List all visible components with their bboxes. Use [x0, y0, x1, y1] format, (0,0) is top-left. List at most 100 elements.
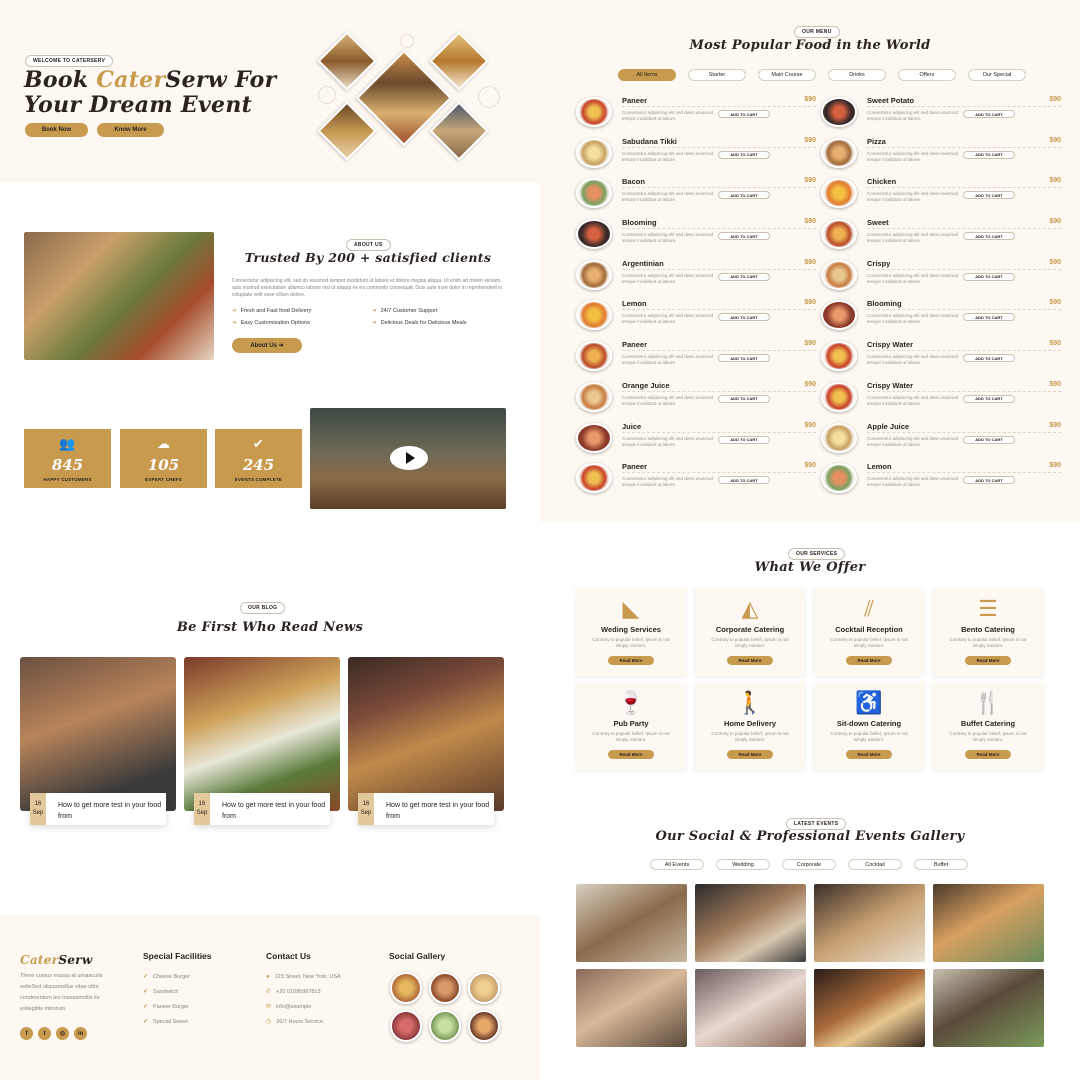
- check-icon: ➜: [232, 320, 237, 326]
- post-title[interactable]: How to get more test in your food from: [386, 800, 490, 822]
- social-gallery-image[interactable]: [468, 972, 500, 1004]
- add-to-cart-button[interactable]: ADD TO CART: [963, 394, 1015, 403]
- add-to-cart-button[interactable]: ADD TO CART: [963, 313, 1015, 322]
- check-icon: ✔: [143, 974, 149, 980]
- check-icon: ✔: [143, 1004, 149, 1010]
- social-gallery-image[interactable]: [429, 972, 461, 1004]
- facility-link[interactable]: ✔ Cheese Burger: [143, 969, 190, 984]
- menu-item-description: Consectetur adipiscing elit sed dwso eiu…: [867, 476, 959, 488]
- blog-tag: OUR BLOG: [240, 602, 286, 614]
- tab-corporate[interactable]: Corporate: [782, 859, 836, 870]
- tab-our-special[interactable]: Our Special: [968, 69, 1026, 81]
- menu-item-description: Consectetur adipiscing elit sed dwso eiu…: [867, 150, 959, 162]
- add-to-cart-button[interactable]: ADD TO CART: [718, 354, 770, 363]
- add-to-cart-button[interactable]: ADD TO CART: [718, 272, 770, 281]
- add-to-cart-button[interactable]: ADD TO CART: [963, 354, 1015, 363]
- tab-all-events[interactable]: All Events: [650, 859, 704, 870]
- tab-all-items[interactable]: All Items: [618, 69, 676, 81]
- tab-main-course[interactable]: Main Course: [758, 69, 816, 81]
- add-to-cart-button[interactable]: ADD TO CART: [963, 272, 1015, 281]
- social-gallery-image[interactable]: [468, 1010, 500, 1042]
- read-more-button[interactable]: Read More: [608, 750, 654, 759]
- tab-wedding[interactable]: Wedding: [716, 859, 770, 870]
- contact-hours: ◷ 26/7 Hours Service: [266, 1018, 324, 1026]
- know-more-button[interactable]: Know More: [97, 123, 164, 137]
- add-to-cart-button[interactable]: ADD TO CART: [718, 191, 770, 200]
- read-more-button[interactable]: Read More: [727, 656, 773, 665]
- gallery-image[interactable]: [933, 884, 1044, 962]
- gallery-image[interactable]: [814, 884, 925, 962]
- add-to-cart-button[interactable]: ADD TO CART: [963, 435, 1015, 444]
- about-us-button[interactable]: About Us ➔: [232, 338, 302, 353]
- service-description: Contrary to popular belief, Ipsum is not…: [592, 637, 670, 648]
- read-more-button[interactable]: Read More: [727, 750, 773, 759]
- service-title: Buffet Catering: [960, 719, 1016, 728]
- tab-drinks[interactable]: Drinks: [828, 69, 886, 81]
- linkedin-icon[interactable]: in: [74, 1027, 87, 1040]
- menu-item-price: $90: [804, 258, 816, 266]
- add-to-cart-button[interactable]: ADD TO CART: [963, 150, 1015, 159]
- facility-link[interactable]: ✔ Special Sweet: [143, 1014, 190, 1029]
- add-to-cart-button[interactable]: ADD TO CART: [718, 110, 770, 118]
- stat-label: HAPPY CUSTOMERS: [43, 477, 92, 482]
- post-title[interactable]: How to get more test in your food from: [58, 800, 162, 822]
- play-button-icon[interactable]: [390, 446, 428, 470]
- gallery-image[interactable]: [933, 969, 1044, 1047]
- read-more-button[interactable]: Read More: [965, 656, 1011, 665]
- gallery-image[interactable]: [695, 884, 806, 962]
- tab-cocktail[interactable]: Cocktail: [848, 859, 902, 870]
- contact-address: ● 123 Street, New York, USA: [266, 973, 341, 980]
- add-to-cart-button[interactable]: ADD TO CART: [963, 476, 1015, 485]
- add-to-cart-button[interactable]: ADD TO CART: [963, 110, 1015, 118]
- menu-item-description: Consectetur adipiscing elit sed dwso eiu…: [867, 110, 959, 121]
- add-to-cart-button[interactable]: ADD TO CART: [718, 435, 770, 444]
- wheelchair-icon: ♿: [855, 690, 883, 715]
- gallery-image[interactable]: [576, 884, 687, 962]
- blog-post-card[interactable]: 16 Sep How to get more test in your food …: [348, 657, 504, 825]
- add-to-cart-button[interactable]: ADD TO CART: [963, 191, 1015, 200]
- read-more-button[interactable]: Read More: [965, 750, 1011, 759]
- menu-item-price: $90: [804, 136, 816, 144]
- add-to-cart-button[interactable]: ADD TO CART: [963, 232, 1015, 241]
- hero-title-pre: Book: [24, 67, 97, 93]
- gallery-image[interactable]: [814, 969, 925, 1047]
- menu-column-right: Sweet Potato $90 Consectetur adipiscing el…: [821, 94, 1061, 501]
- add-to-cart-button[interactable]: ADD TO CART: [718, 476, 770, 485]
- service-card: ◭ Corporate Catering Contrary to popular b…: [695, 588, 805, 676]
- gallery-title: Our Social & Professional Events Gallery: [655, 829, 965, 844]
- food-doodle-icon: [318, 86, 336, 104]
- book-now-button[interactable]: Book Now: [25, 123, 88, 137]
- add-to-cart-button[interactable]: ADD TO CART: [718, 232, 770, 241]
- stat-events-complete: ✔ 245 EVENTS COMPLETE: [215, 429, 302, 488]
- facility-link[interactable]: ✔ Sandwitch: [143, 984, 190, 999]
- footer-logo[interactable]: CaterSerw: [20, 953, 92, 967]
- instagram-icon[interactable]: ◎: [56, 1027, 69, 1040]
- blog-post-card[interactable]: 16 Sep How to get more test in your food …: [184, 657, 340, 825]
- read-more-button[interactable]: Read More: [846, 750, 892, 759]
- social-gallery-image[interactable]: [390, 1010, 422, 1042]
- social-gallery-image[interactable]: [390, 972, 422, 1004]
- read-more-button[interactable]: Read More: [608, 656, 654, 665]
- facility-link[interactable]: ✔ Paneer Burger: [143, 999, 190, 1014]
- add-to-cart-button[interactable]: ADD TO CART: [718, 313, 770, 322]
- facebook-icon[interactable]: f: [20, 1027, 33, 1040]
- menu-item: Chicken $90 Consectetur adipiscing elit se…: [821, 175, 1061, 216]
- post-title[interactable]: How to get more test in your food from: [222, 800, 326, 822]
- twitter-icon[interactable]: t: [38, 1027, 51, 1040]
- tab-buffet[interactable]: Buffet: [914, 859, 968, 870]
- read-more-button[interactable]: Read More: [846, 656, 892, 665]
- stat-happy-customers: 👥 845 HAPPY CUSTOMERS: [24, 429, 111, 488]
- wine-glass-icon: 🍷: [617, 690, 645, 715]
- contact-phone[interactable]: ✆ +20 01095987813: [266, 984, 341, 999]
- tab-starter[interactable]: Starter: [688, 69, 746, 81]
- add-to-cart-button[interactable]: ADD TO CART: [718, 394, 770, 403]
- hero-tag: WELCOME TO CATERSERV: [25, 55, 114, 67]
- tab-offers[interactable]: Offers: [898, 69, 956, 81]
- contact-email[interactable]: ✉ info@example: [266, 999, 341, 1014]
- gallery-image[interactable]: [576, 969, 687, 1047]
- social-gallery-image[interactable]: [429, 1010, 461, 1042]
- add-to-cart-button[interactable]: ADD TO CART: [718, 150, 770, 159]
- blog-post-card[interactable]: 16 Sep How to get more test in your food …: [20, 657, 176, 825]
- menu-item-divider: [867, 350, 1061, 352]
- gallery-image[interactable]: [695, 969, 806, 1047]
